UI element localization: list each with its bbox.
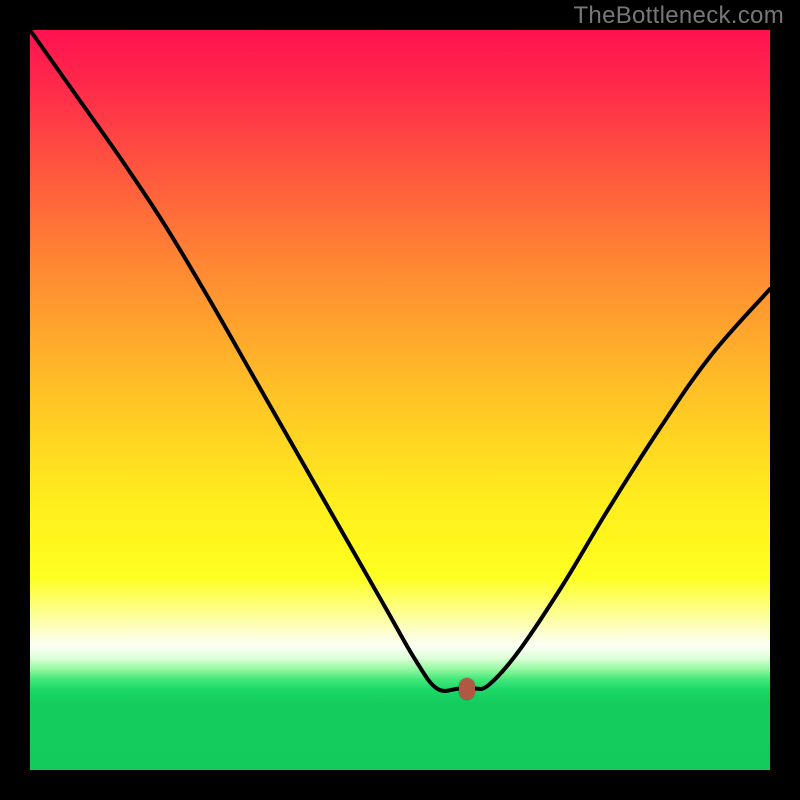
bottleneck-curve	[30, 30, 770, 770]
watermark-text: TheBottleneck.com	[573, 2, 784, 30]
plot-gradient-background	[30, 30, 770, 770]
optimal-point-marker	[459, 678, 475, 700]
chart-frame: TheBottleneck.com	[0, 0, 800, 800]
